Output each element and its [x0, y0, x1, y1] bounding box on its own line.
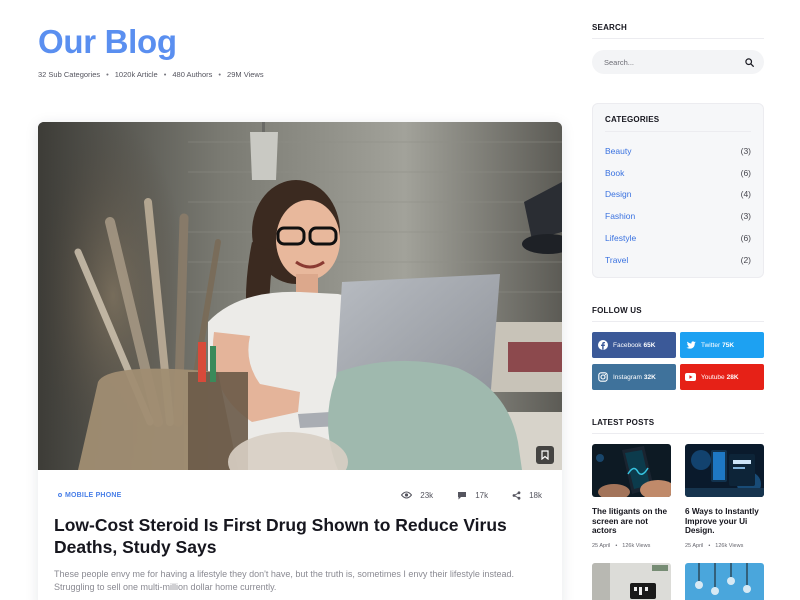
post-excerpt: These people envy me for having a lifest…: [54, 569, 514, 592]
post-meta: MOBILE PHONE 23k 17k 18k: [58, 488, 542, 502]
youtube-count: 28K: [726, 373, 739, 381]
stat-articles: 1020k Article: [100, 70, 158, 79]
instagram-label: Instagram: [613, 373, 642, 381]
latest-post-views: 126k Views: [703, 543, 743, 549]
category-item-book[interactable]: Book (6): [605, 162, 751, 184]
category-item-travel[interactable]: Travel (2): [605, 249, 751, 271]
post-stats: 23k 17k 18k: [377, 491, 542, 500]
categories-widget: CATEGORIES Beauty (3) Book (6) Design (4…: [592, 103, 764, 278]
search-icon[interactable]: [745, 57, 754, 67]
featured-post-card[interactable]: MOBILE PHONE 23k 17k 18k Low-Cost Steroi…: [38, 122, 562, 600]
category-dot-icon: [58, 493, 62, 497]
latest-post-item[interactable]: 6 Ways to Instantly Improve your Ui Desi…: [685, 444, 764, 600]
latest-post-thumbnail[interactable]: [592, 563, 671, 600]
twitter-count: 75K: [722, 341, 735, 349]
category-count: (6): [740, 233, 751, 244]
instagram-button[interactable]: Instagram 32K: [592, 364, 676, 390]
bookmark-button[interactable]: [536, 446, 554, 464]
light-bulbs-photo-illustration: [685, 563, 764, 600]
instagram-icon: [597, 372, 608, 383]
blog-header: Our Blog 32 Sub Categories 1020k Article…: [38, 22, 264, 79]
instagram-count: 32K: [643, 373, 656, 381]
phone-photo-illustration: [592, 444, 671, 497]
latest-post-views: 126k Views: [610, 543, 650, 549]
share-icon: [512, 490, 521, 500]
category-count: (2): [740, 254, 751, 265]
shares-stat[interactable]: 18k: [512, 491, 542, 500]
latest-post-meta: 25 April 126k Views: [685, 543, 764, 549]
stat-authors: 480 Authors: [158, 70, 212, 79]
category-item-design[interactable]: Design (4): [605, 184, 751, 206]
facebook-button[interactable]: Facebook 65K: [592, 332, 676, 358]
phone-box-photo-illustration: [685, 444, 764, 497]
category-name[interactable]: Book: [605, 168, 624, 178]
categories-section-title: CATEGORIES: [605, 115, 660, 124]
twitter-label: Twitter: [701, 341, 721, 349]
latest-post-title[interactable]: The litigants on the screen are not acto…: [592, 507, 671, 537]
divider: [592, 321, 764, 322]
shares-count: 18k: [529, 490, 542, 500]
blog-stats: 32 Sub Categories 1020k Article 480 Auth…: [38, 70, 264, 79]
search-input[interactable]: [604, 57, 745, 67]
bookmark-icon: [541, 450, 549, 460]
youtube-label: Youtube: [701, 373, 725, 381]
latest-post-date: 25 April: [592, 543, 611, 549]
facebook-count: 65K: [643, 341, 656, 349]
search-box[interactable]: [592, 50, 764, 74]
twitter-icon: [685, 340, 696, 351]
category-count: (3): [740, 145, 751, 156]
clock-photo-illustration: [592, 563, 671, 600]
category-name[interactable]: Fashion: [605, 211, 635, 221]
category-name[interactable]: Lifestyle: [605, 233, 636, 243]
category-item-beauty[interactable]: Beauty (3): [605, 140, 751, 162]
comments-stat: 17k: [457, 491, 488, 500]
comments-count: 17k: [475, 490, 489, 500]
category-count: (4): [740, 189, 751, 200]
category-name[interactable]: Travel: [605, 255, 628, 265]
follow-section-title: FOLLOW US: [592, 306, 642, 315]
post-category-tag[interactable]: MOBILE PHONE: [58, 492, 121, 499]
latest-post-thumbnail[interactable]: [685, 444, 764, 497]
page-title: Our Blog: [38, 23, 177, 60]
latest-post-thumbnail[interactable]: [685, 563, 764, 600]
post-category-label: MOBILE PHONE: [65, 491, 122, 499]
featured-photo-illustration: [38, 122, 562, 470]
latest-post-meta: 25 April 126k Views: [592, 543, 671, 549]
youtube-icon: [685, 372, 696, 383]
post-headline[interactable]: Low-Cost Steroid Is First Drug Shown to …: [54, 514, 534, 558]
comment-icon: [458, 491, 467, 499]
latest-post-title[interactable]: 6 Ways to Instantly Improve your Ui Desi…: [685, 507, 764, 537]
category-name[interactable]: Beauty: [605, 146, 631, 156]
divider: [605, 131, 751, 132]
divider: [592, 38, 764, 39]
views-count: 23k: [420, 490, 434, 500]
category-count: (3): [740, 211, 751, 222]
social-buttons: Facebook 65K Twitter 75K Instagram 32K Y…: [592, 332, 764, 390]
facebook-icon: [597, 340, 608, 351]
search-section-title: SEARCH: [592, 23, 627, 32]
views-stat: 23k: [401, 491, 433, 500]
latest-post-thumbnail[interactable]: [592, 444, 671, 497]
facebook-label: Facebook: [613, 341, 642, 349]
twitter-button[interactable]: Twitter 75K: [680, 332, 764, 358]
category-item-lifestyle[interactable]: Lifestyle (6): [605, 227, 751, 249]
latest-posts: The litigants on the screen are not acto…: [592, 444, 764, 600]
stat-sub-categories: 32 Sub Categories: [38, 70, 101, 79]
category-item-fashion[interactable]: Fashion (3): [605, 205, 751, 227]
latest-posts-section-title: LATEST POSTS: [592, 418, 655, 427]
featured-post-image[interactable]: [38, 122, 562, 470]
category-name[interactable]: Design: [605, 189, 631, 199]
category-count: (6): [740, 167, 751, 178]
stat-views: 29M Views: [212, 70, 264, 79]
latest-post-date: 25 April: [685, 543, 704, 549]
latest-post-item[interactable]: The litigants on the screen are not acto…: [592, 444, 671, 600]
divider: [592, 433, 764, 434]
youtube-button[interactable]: Youtube 28K: [680, 364, 764, 390]
eye-icon: [401, 491, 413, 499]
